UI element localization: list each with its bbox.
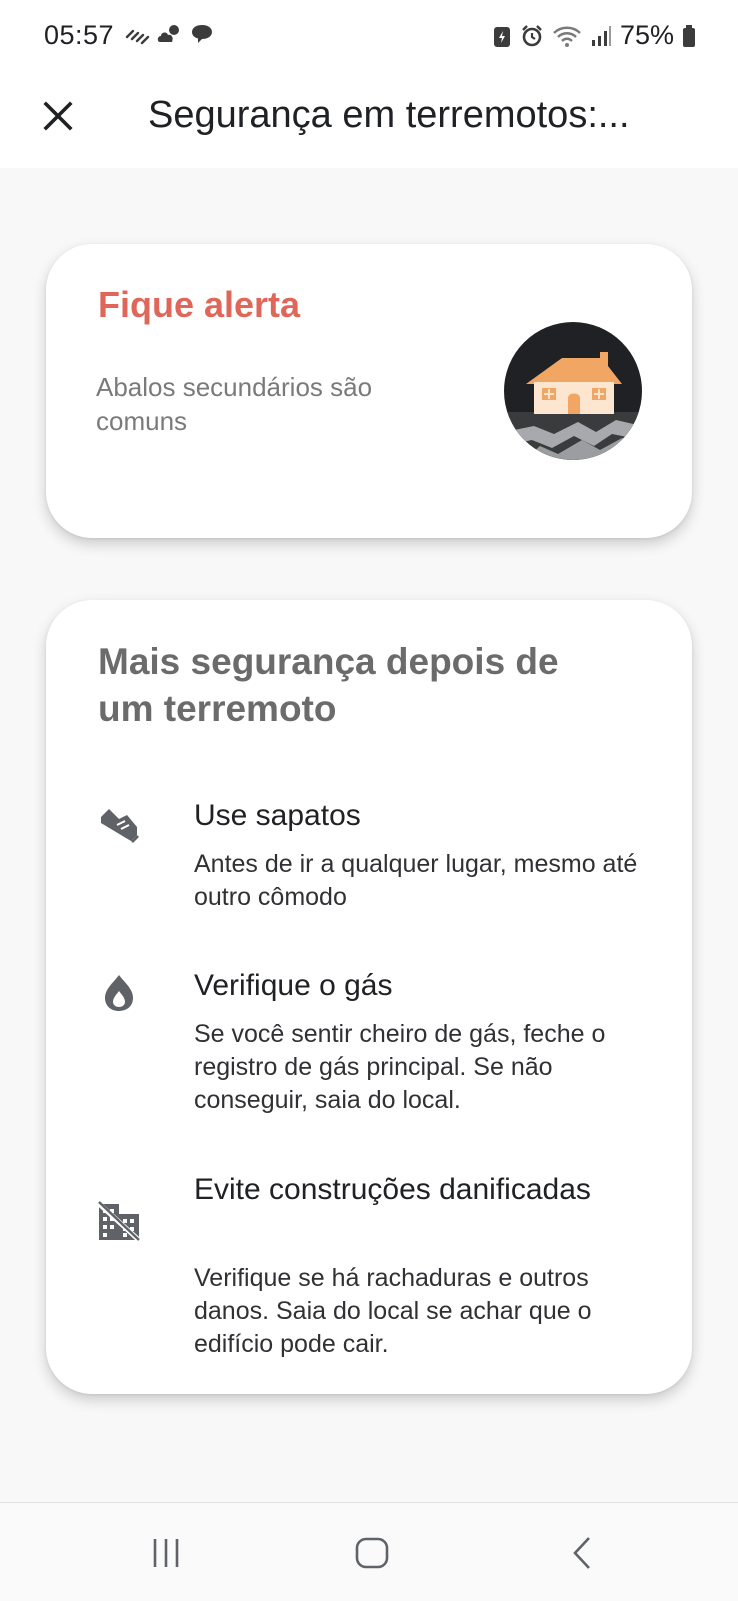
tip-description: Antes de ir a qualquer lugar, mesmo até …	[194, 850, 638, 911]
close-button[interactable]	[32, 90, 84, 142]
gas-flame-icon	[96, 970, 142, 1016]
alert-description: Abalos secundários são comuns	[96, 372, 373, 436]
safety-heading: Mais segurança depois de um terremoto	[98, 641, 559, 729]
system-navigation-bar	[0, 1502, 738, 1601]
battery-saver-icon	[493, 26, 510, 47]
tip-description: Se você sentir cheiro de gás, feche o re…	[194, 1020, 606, 1114]
signal-icon	[591, 25, 611, 46]
status-notification-icons	[124, 22, 214, 46]
safety-tips-card: Mais segurança depois de um terremoto Us…	[46, 600, 692, 1394]
recent-apps-button[interactable]	[140, 1527, 192, 1579]
page-title: Segurança em terremotos:...	[148, 94, 630, 136]
status-system-icons: 75%	[492, 20, 696, 51]
recent-apps-icon	[153, 1539, 179, 1567]
tip-description: Verifique se há rachaduras e outros dano…	[194, 1264, 592, 1358]
alert-card: Fique alerta Abalos secundários são comu…	[46, 244, 692, 538]
status-time: 05:57	[44, 20, 115, 50]
back-icon	[573, 1537, 590, 1569]
tip-title: Evite construções danificadas	[194, 1173, 591, 1206]
chat-bubble-icon	[192, 25, 212, 43]
battery-icon	[683, 24, 695, 47]
main-content[interactable]: Fique alerta Abalos secundários são comu…	[0, 168, 738, 1502]
damaged-building-icon	[96, 1198, 142, 1244]
close-icon	[43, 101, 73, 131]
alert-title: Fique alerta	[98, 284, 301, 325]
tip-title: Use sapatos	[194, 799, 361, 832]
cloud-sun-icon	[157, 25, 179, 42]
wifi-icon	[553, 26, 581, 47]
status-bar: 05:57 75%	[0, 0, 738, 72]
house-earthquake-illustration	[504, 322, 642, 460]
battery-percentage: 75%	[619, 20, 674, 50]
back-button[interactable]	[556, 1527, 608, 1579]
weather-warning-icon	[125, 29, 150, 45]
app-bar: Segurança em terremotos:...	[0, 72, 738, 169]
home-icon	[355, 1537, 389, 1569]
alarm-icon	[522, 24, 542, 46]
home-button[interactable]	[346, 1527, 398, 1579]
tip-title: Verifique o gás	[194, 969, 393, 1002]
shoe-icon	[96, 802, 142, 848]
